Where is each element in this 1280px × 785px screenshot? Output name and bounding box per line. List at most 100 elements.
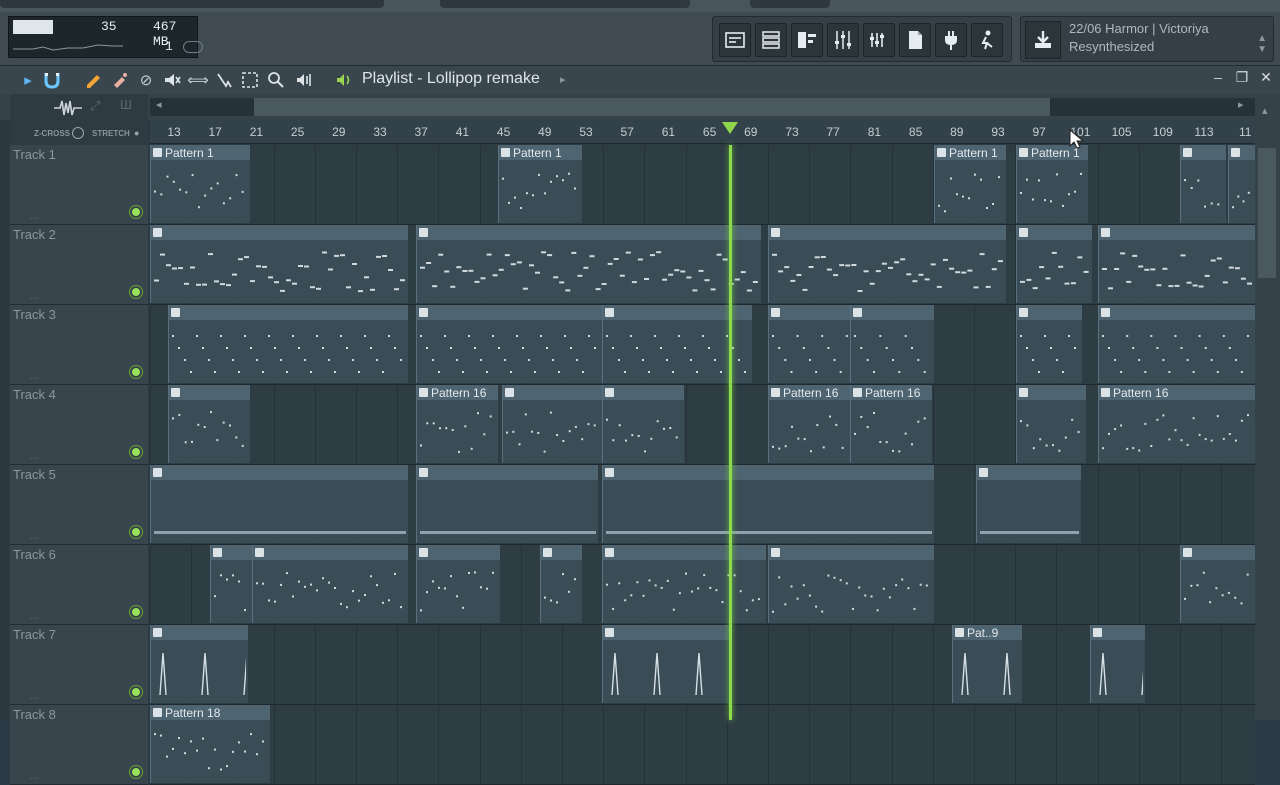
track-enable-led[interactable] bbox=[130, 526, 142, 538]
pattern-clip[interactable]: Pattern 18 bbox=[150, 705, 270, 783]
clip-header[interactable] bbox=[851, 305, 932, 320]
vertical-scrollbar[interactable]: ▴ bbox=[1255, 94, 1280, 720]
clip-header[interactable]: Pattern 1 bbox=[499, 145, 582, 160]
piano-roll-button[interactable] bbox=[791, 23, 823, 57]
grid-icon[interactable]: Ш bbox=[120, 97, 132, 112]
track-lane[interactable]: Pat..9 bbox=[150, 625, 1255, 705]
hint-scroll-icon[interactable]: ▲ ▼ bbox=[1257, 33, 1267, 55]
mute-icon[interactable] bbox=[162, 70, 182, 90]
track-header[interactable]: Track 7... bbox=[10, 625, 148, 705]
clip-header[interactable] bbox=[603, 545, 766, 560]
track-header[interactable]: Track 1... bbox=[10, 145, 148, 225]
clip-header[interactable] bbox=[151, 465, 408, 480]
clip-header[interactable] bbox=[1091, 625, 1145, 640]
clip-menu-icon[interactable] bbox=[419, 548, 428, 557]
track-lane[interactable] bbox=[150, 545, 1255, 625]
playlist-button[interactable] bbox=[719, 23, 751, 57]
delete-icon[interactable]: ⊘ bbox=[136, 70, 156, 90]
pattern-clip[interactable] bbox=[768, 225, 1006, 303]
pattern-clip[interactable] bbox=[540, 545, 582, 623]
track-header[interactable]: Track 4... bbox=[10, 385, 148, 465]
vertical-scroll-thumb[interactable] bbox=[1258, 148, 1276, 278]
track-header[interactable]: Track 3... bbox=[10, 305, 148, 385]
clip-menu-icon[interactable] bbox=[419, 228, 428, 237]
track-enable-led[interactable] bbox=[130, 366, 142, 378]
clip-header[interactable] bbox=[1099, 305, 1255, 320]
clip-header[interactable] bbox=[769, 225, 1006, 240]
track-header[interactable]: Track 5... bbox=[10, 465, 148, 545]
track-handle-icon[interactable]: ... bbox=[30, 531, 38, 542]
playback-icon[interactable] bbox=[294, 70, 314, 90]
clip-menu-icon[interactable] bbox=[979, 468, 988, 477]
clip-menu-icon[interactable] bbox=[255, 548, 264, 557]
track-lane[interactable]: Pattern 16 Pattern 16 Pattern 16 Pattern 16 bbox=[150, 385, 1255, 465]
scroll-left-icon[interactable]: ◂ bbox=[156, 98, 162, 111]
browser-button[interactable] bbox=[899, 23, 931, 57]
track-header[interactable]: Track 8... bbox=[10, 705, 148, 785]
pattern-clip[interactable] bbox=[602, 545, 766, 623]
pattern-clip[interactable] bbox=[416, 465, 598, 543]
clip-menu-icon[interactable] bbox=[1019, 228, 1028, 237]
clip-header[interactable] bbox=[1017, 305, 1082, 320]
clip-header[interactable] bbox=[977, 465, 1081, 480]
pattern-clip[interactable] bbox=[150, 625, 248, 703]
performance-button[interactable] bbox=[971, 23, 1003, 57]
magnet-icon[interactable] bbox=[42, 70, 62, 90]
track-lane[interactable] bbox=[150, 465, 1255, 545]
download-icon[interactable] bbox=[1025, 21, 1061, 59]
clip-header[interactable] bbox=[211, 545, 252, 560]
clip-menu-icon[interactable] bbox=[771, 228, 780, 237]
slip-icon[interactable]: ⟺ bbox=[187, 70, 209, 90]
pattern-clip[interactable] bbox=[1180, 545, 1255, 623]
track-handle-icon[interactable]: ... bbox=[30, 691, 38, 702]
clip-menu-icon[interactable] bbox=[171, 308, 180, 317]
waveform-icon[interactable] bbox=[54, 98, 82, 118]
pattern-clip[interactable] bbox=[1098, 305, 1255, 383]
pattern-clip[interactable] bbox=[1090, 625, 1145, 703]
clip-header[interactable] bbox=[541, 545, 582, 560]
clip-menu-icon[interactable] bbox=[153, 708, 162, 717]
clip-menu-icon[interactable] bbox=[1231, 148, 1240, 157]
plugin-button[interactable] bbox=[935, 23, 967, 57]
clip-menu-icon[interactable] bbox=[1019, 388, 1028, 397]
pattern-clip[interactable] bbox=[1016, 305, 1082, 383]
pattern-clip[interactable]: Pattern 16 bbox=[416, 385, 498, 463]
clip-menu-icon[interactable] bbox=[1101, 388, 1110, 397]
zoom-icon[interactable] bbox=[266, 70, 286, 90]
clip-menu-icon[interactable] bbox=[605, 388, 614, 397]
clip-menu-icon[interactable] bbox=[771, 548, 780, 557]
pattern-clip[interactable] bbox=[416, 305, 602, 383]
pattern-clip[interactable]: Pattern 16 bbox=[850, 385, 932, 463]
clip-menu-icon[interactable] bbox=[605, 468, 614, 477]
clip-menu-icon[interactable] bbox=[419, 308, 428, 317]
maximize-icon[interactable]: ❐ bbox=[1232, 69, 1252, 89]
pattern-clip[interactable] bbox=[768, 545, 934, 623]
clip-menu-icon[interactable] bbox=[153, 468, 162, 477]
automation-icon[interactable]: ⤢ bbox=[90, 98, 100, 114]
clip-menu-icon[interactable] bbox=[501, 148, 510, 157]
clip-header[interactable] bbox=[417, 465, 598, 480]
timeline-ruler[interactable]: 13 17 21 25 29 33 37 41 45 49 53 57 61 65 69 73 77 81 85 89… bbox=[150, 120, 1255, 144]
title-arrow-icon[interactable]: ▸ bbox=[560, 73, 566, 86]
clip-header[interactable] bbox=[1017, 385, 1086, 400]
clip-menu-icon[interactable] bbox=[1093, 628, 1102, 637]
pattern-clip[interactable] bbox=[850, 305, 932, 383]
clip-header[interactable]: Pat..9 bbox=[953, 625, 1022, 640]
clip-header[interactable]: Pattern 16 bbox=[769, 385, 850, 400]
song-position-marker[interactable] bbox=[722, 122, 738, 134]
channel-rack-button[interactable] bbox=[755, 23, 787, 57]
clip-menu-icon[interactable] bbox=[1101, 308, 1110, 317]
clip-menu-icon[interactable] bbox=[605, 628, 614, 637]
speaker-icon[interactable] bbox=[334, 70, 354, 90]
play-arrow-icon[interactable]: ▸ bbox=[18, 70, 38, 90]
pattern-clip[interactable]: Pat..9 bbox=[952, 625, 1022, 703]
pattern-clip[interactable]: Pattern 1 bbox=[498, 145, 582, 223]
track-handle-icon[interactable]: ... bbox=[30, 371, 38, 382]
clip-menu-icon[interactable] bbox=[1101, 228, 1110, 237]
pattern-clip[interactable] bbox=[602, 385, 684, 463]
track-lane[interactable]: Pattern 18 bbox=[150, 705, 1255, 785]
clip-header[interactable] bbox=[1181, 145, 1226, 160]
slice-icon[interactable] bbox=[214, 70, 234, 90]
close-icon[interactable]: ✕ bbox=[1256, 69, 1276, 89]
clip-menu-icon[interactable] bbox=[1019, 308, 1028, 317]
